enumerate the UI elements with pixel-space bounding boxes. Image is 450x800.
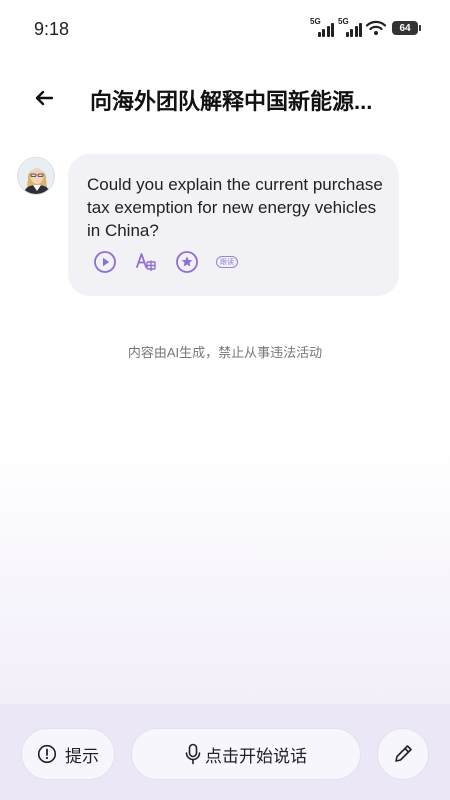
message-bubble: Could you explain the current purchase t… <box>68 154 399 296</box>
cellular-signal-icon: 5G <box>310 17 334 37</box>
status-icons: 5G 5G 64 <box>310 17 421 37</box>
info-icon <box>37 744 57 764</box>
speak-label: 点击开始说话 <box>205 746 307 766</box>
arrow-left-icon <box>35 90 54 106</box>
status-time: 9:18 <box>34 19 70 39</box>
battery-icon: 64 <box>392 21 421 35</box>
speak-button[interactable]: 点击开始说话 <box>131 728 361 780</box>
translate-icon <box>136 253 156 271</box>
message-actions: 跟读 <box>93 250 238 274</box>
edit-button[interactable] <box>377 728 429 780</box>
follow-read-badge[interactable]: 跟读 <box>216 256 238 268</box>
hint-button[interactable]: 提示 <box>21 728 115 780</box>
page-title: 向海外团队解释中国新能源... <box>90 89 373 114</box>
pencil-icon <box>395 745 412 762</box>
user-avatar-image <box>18 158 54 194</box>
back-button[interactable] <box>30 84 58 112</box>
star-icon <box>176 251 198 273</box>
microphone-icon <box>185 743 201 765</box>
header: 向海外团队解释中国新能源... <box>0 76 450 120</box>
message-text: Could you explain the current purchase t… <box>87 175 383 240</box>
play-button[interactable] <box>93 250 117 274</box>
status-bar: 9:18 5G 5G 64 <box>0 0 450 60</box>
wifi-icon <box>366 20 386 35</box>
hint-label: 提示 <box>65 746 99 766</box>
cellular-signal-icon: 5G <box>338 17 362 37</box>
bottom-bar: 提示 点击开始说话 <box>0 704 450 800</box>
avatar <box>17 157 55 195</box>
translate-button[interactable] <box>134 250 158 274</box>
favorite-button[interactable] <box>175 250 199 274</box>
play-icon <box>94 251 116 273</box>
ai-disclaimer: 内容由AI生成，禁止从事违法活动 <box>127 345 323 360</box>
